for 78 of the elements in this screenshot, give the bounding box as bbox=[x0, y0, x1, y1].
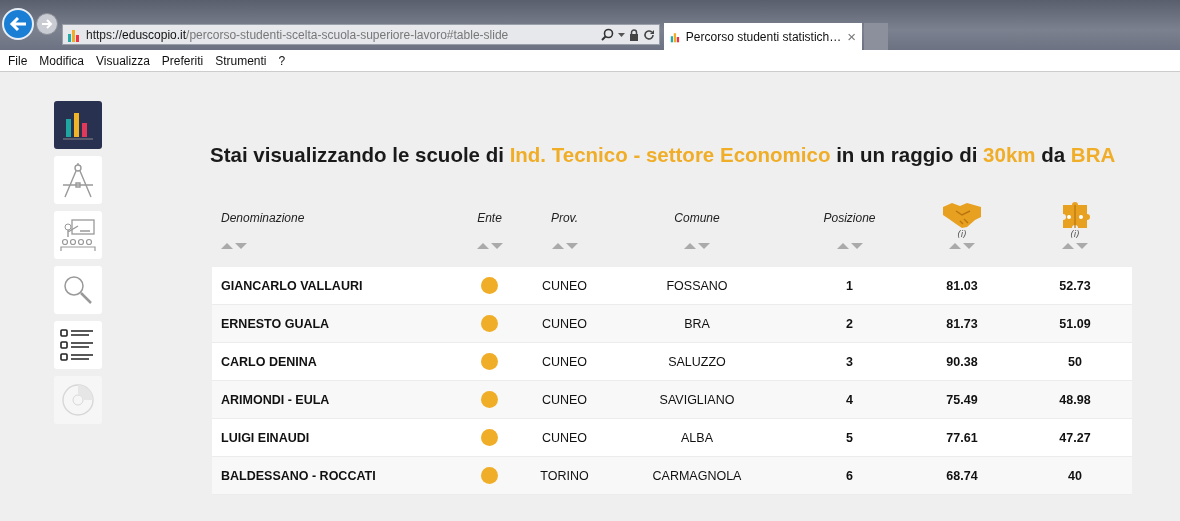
table-cell-text: BALDESSANO - ROCCATI bbox=[220, 468, 377, 483]
puzzle-icon bbox=[1060, 201, 1090, 229]
sort-icon bbox=[1062, 243, 1088, 249]
forward-button[interactable] bbox=[36, 13, 58, 35]
menu-item[interactable]: ? bbox=[272, 53, 292, 68]
caret-icon bbox=[618, 32, 625, 37]
browser-tab[interactable]: Percorso studenti statistich… × bbox=[664, 23, 862, 50]
table-cell: 48.98 bbox=[1059, 392, 1091, 407]
table-cell: ALBA bbox=[681, 430, 713, 445]
table-cell: SAVIGLIANO bbox=[659, 392, 735, 407]
table-cell: CUNEO bbox=[541, 316, 588, 331]
compass-icon bbox=[61, 161, 95, 199]
table-cell: 68.74 bbox=[946, 468, 978, 483]
table-cell: 52.73 bbox=[1059, 278, 1091, 293]
back-arrow-icon bbox=[9, 16, 27, 32]
table-cell: 40 bbox=[1068, 468, 1082, 483]
sort-icon bbox=[949, 243, 975, 249]
table-cell: 6 bbox=[846, 468, 853, 483]
table-cell: 75.49 bbox=[946, 392, 978, 407]
column-header[interactable]: Denominazione bbox=[221, 211, 305, 225]
table-cell: TORINO bbox=[540, 468, 589, 483]
search-icon bbox=[62, 274, 94, 306]
table-cell-text: ARIMONDI - EULA bbox=[220, 392, 331, 407]
table-cell: 50 bbox=[1068, 354, 1082, 369]
sidebar-button[interactable] bbox=[54, 101, 102, 149]
table-cell: 3 bbox=[846, 354, 853, 369]
column-header[interactable]: Posizione bbox=[823, 211, 876, 225]
forward-arrow-icon bbox=[41, 19, 53, 29]
table-cell-text: ERNESTO GUALA bbox=[220, 316, 331, 331]
column-header[interactable]: Comune bbox=[674, 211, 720, 225]
table-cell: 51.09 bbox=[1059, 316, 1091, 331]
table-cell: CUNEO bbox=[541, 430, 588, 445]
sort-icon bbox=[836, 243, 863, 249]
table-cell: 81.03 bbox=[946, 278, 978, 293]
table-cell: 77.61 bbox=[946, 430, 978, 445]
refresh-icon bbox=[643, 28, 655, 41]
site-icon bbox=[67, 27, 80, 42]
table-cell: CARMAGNOLA bbox=[652, 468, 742, 483]
table-cell: 1 bbox=[846, 278, 853, 293]
page-heading: Stai visualizzando le scuole di Ind. Tecnico - settore Economico in un raggio di 30km da BRA bbox=[210, 143, 1117, 167]
back-button[interactable] bbox=[2, 8, 34, 40]
table-cell: FOSSANO bbox=[666, 278, 728, 293]
table-cell: 90.38 bbox=[946, 354, 978, 369]
sidebar-button[interactable] bbox=[54, 321, 102, 369]
table-cell: 81.73 bbox=[946, 316, 978, 331]
menu-item[interactable]: Strumenti bbox=[209, 53, 273, 68]
sort-icon bbox=[684, 243, 710, 249]
table-cell: 5 bbox=[846, 430, 853, 445]
column-header[interactable]: Ente bbox=[477, 211, 502, 225]
checklist-icon bbox=[60, 328, 96, 362]
search-icon bbox=[601, 28, 614, 41]
disc-icon bbox=[61, 383, 95, 417]
table-cell: CUNEO bbox=[541, 354, 588, 369]
info-text[interactable]: (i) bbox=[1070, 229, 1080, 239]
table-cell: SALUZZO bbox=[668, 354, 726, 369]
table-cell: CUNEO bbox=[541, 392, 588, 407]
table-cell-text: GIANCARLO VALLAURI bbox=[220, 278, 364, 293]
menu-item[interactable]: Modifica bbox=[33, 53, 91, 68]
info-text[interactable]: (i) bbox=[957, 229, 967, 239]
table-cell-text: CARLO DENINA bbox=[220, 354, 318, 369]
sort-icon bbox=[476, 243, 503, 249]
teacher-icon bbox=[60, 217, 96, 253]
table-cell: 47.27 bbox=[1059, 430, 1091, 445]
menu-item[interactable]: File bbox=[2, 53, 34, 68]
menu-item[interactable]: Visualizza bbox=[90, 53, 156, 68]
table-cell: CUNEO bbox=[541, 278, 588, 293]
table-cell: 4 bbox=[846, 392, 853, 407]
handshake-icon bbox=[942, 201, 982, 229]
table-cell: BRA bbox=[684, 316, 710, 331]
column-header[interactable]: Prov. bbox=[550, 211, 579, 225]
table-cell-text: LUIGI EINAUDI bbox=[220, 430, 311, 445]
lock-icon bbox=[629, 28, 639, 41]
address-field[interactable]: https://eduscopio.it/percorso-studenti-scelta-scuola-superiore-lavoro#table-slide bbox=[62, 24, 660, 45]
sort-icon bbox=[221, 243, 247, 249]
close-tab-button[interactable]: × bbox=[847, 28, 856, 45]
menu-item[interactable]: Preferiti bbox=[155, 53, 210, 68]
sort-icon bbox=[551, 243, 578, 249]
table-cell: 2 bbox=[846, 316, 853, 331]
